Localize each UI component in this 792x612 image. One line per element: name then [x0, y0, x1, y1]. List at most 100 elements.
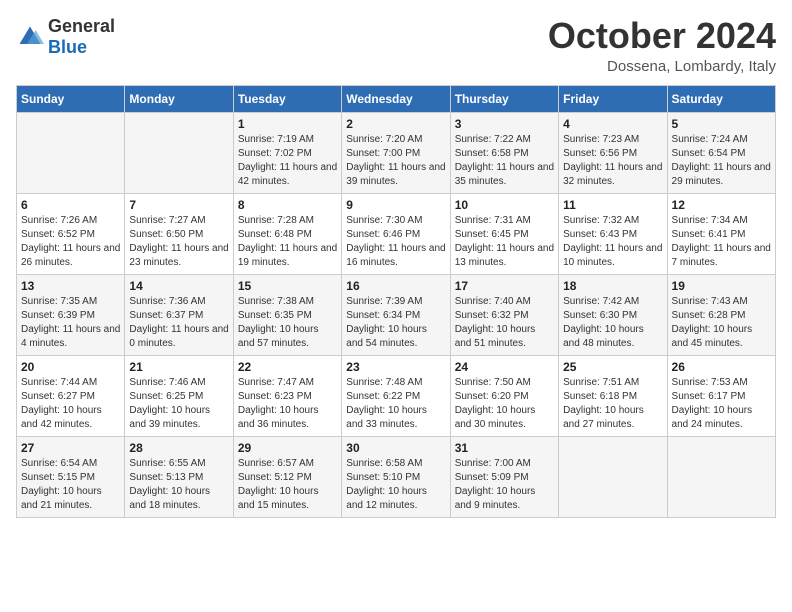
calendar-cell: 28 Sunrise: 6:55 AMSunset: 5:13 PMDayligh… — [125, 436, 233, 517]
day-number: 6 — [21, 198, 120, 212]
calendar-cell: 6 Sunrise: 7:26 AMSunset: 6:52 PMDaylight… — [17, 193, 125, 274]
calendar-cell: 1Sunrise: 7:19 AMSunset: 7:02 PMDaylight… — [233, 112, 341, 193]
day-number: 17 — [455, 279, 554, 293]
day-info: Sunrise: 6:55 AMSunset: 5:13 PMDaylight:… — [129, 457, 228, 513]
day-number: 13 — [21, 279, 120, 293]
day-info: Sunrise: 7:48 AMSunset: 6:22 PMDaylight:… — [346, 376, 445, 432]
week-row-4: 20Sunrise: 7:44 AMSunset: 6:27 PMDayligh… — [17, 355, 776, 436]
day-info: Sunrise: 7:24 AMSunset: 6:54 PMDaylight:… — [672, 133, 771, 189]
week-row-5: 27 Sunrise: 6:54 AMSunset: 5:15 PMDayligh… — [17, 436, 776, 517]
day-number: 5 — [672, 117, 771, 131]
calendar-cell: 15 Sunrise: 7:38 AMSunset: 6:35 PMDayligh… — [233, 274, 341, 355]
calendar-cell: 9 Sunrise: 7:30 AMSunset: 6:46 PMDaylight… — [342, 193, 450, 274]
calendar-cell — [125, 112, 233, 193]
week-row-3: 13Sunrise: 7:35 AMSunset: 6:39 PMDayligh… — [17, 274, 776, 355]
day-info: Sunrise: 7:43 AMSunset: 6:28 PMDaylight:… — [672, 295, 771, 351]
calendar-cell — [17, 112, 125, 193]
calendar-cell: 31 Sunrise: 7:00 AMSunset: 5:09 PMDayligh… — [450, 436, 558, 517]
day-number: 31 — [455, 441, 554, 455]
day-info: Sunrise: 7:46 AMSunset: 6:25 PMDaylight:… — [129, 376, 228, 432]
day-info: Sunrise: 7:42 AMSunset: 6:30 PMDaylight:… — [563, 295, 662, 351]
day-number: 22 — [238, 360, 337, 374]
calendar-cell: 20Sunrise: 7:44 AMSunset: 6:27 PMDayligh… — [17, 355, 125, 436]
day-info: Sunrise: 7:23 AMSunset: 6:56 PMDaylight:… — [563, 133, 662, 189]
day-number: 30 — [346, 441, 445, 455]
day-number: 19 — [672, 279, 771, 293]
day-number: 20 — [21, 360, 120, 374]
day-header-monday: Monday — [125, 85, 233, 112]
day-number: 9 — [346, 198, 445, 212]
day-number: 12 — [672, 198, 771, 212]
day-number: 26 — [672, 360, 771, 374]
day-info: Sunrise: 7:40 AMSunset: 6:32 PMDaylight:… — [455, 295, 554, 351]
calendar-cell: 30 Sunrise: 6:58 AMSunset: 5:10 PMDayligh… — [342, 436, 450, 517]
day-number: 14 — [129, 279, 228, 293]
calendar-cell: 27 Sunrise: 6:54 AMSunset: 5:15 PMDayligh… — [17, 436, 125, 517]
day-info: Sunrise: 7:51 AMSunset: 6:18 PMDaylight:… — [563, 376, 662, 432]
day-number: 27 — [21, 441, 120, 455]
day-number: 7 — [129, 198, 228, 212]
day-number: 3 — [455, 117, 554, 131]
calendar-cell: 16Sunrise: 7:39 AMSunset: 6:34 PMDayligh… — [342, 274, 450, 355]
calendar-cell: 14 Sunrise: 7:36 AMSunset: 6:37 PMDayligh… — [125, 274, 233, 355]
day-number: 1 — [238, 117, 337, 131]
day-info: Sunrise: 7:22 AMSunset: 6:58 PMDaylight:… — [455, 133, 554, 189]
calendar-cell: 3 Sunrise: 7:22 AMSunset: 6:58 PMDaylight… — [450, 112, 558, 193]
day-number: 23 — [346, 360, 445, 374]
day-header-wednesday: Wednesday — [342, 85, 450, 112]
day-header-saturday: Saturday — [667, 85, 775, 112]
day-info: Sunrise: 7:36 AMSunset: 6:37 PMDaylight:… — [129, 295, 228, 351]
day-info: Sunrise: 7:28 AMSunset: 6:48 PMDaylight:… — [238, 214, 337, 270]
day-info: Sunrise: 7:32 AMSunset: 6:43 PMDaylight:… — [563, 214, 662, 270]
day-info: Sunrise: 6:58 AMSunset: 5:10 PMDaylight:… — [346, 457, 445, 513]
day-info: Sunrise: 6:57 AMSunset: 5:12 PMDaylight:… — [238, 457, 337, 513]
logo-blue: Blue — [48, 37, 87, 57]
day-info: Sunrise: 7:30 AMSunset: 6:46 PMDaylight:… — [346, 214, 445, 270]
month-year: October 2024 — [548, 16, 776, 56]
day-number: 2 — [346, 117, 445, 131]
day-info: Sunrise: 7:50 AMSunset: 6:20 PMDaylight:… — [455, 376, 554, 432]
day-number: 8 — [238, 198, 337, 212]
calendar-cell: 19 Sunrise: 7:43 AMSunset: 6:28 PMDayligh… — [667, 274, 775, 355]
day-info: Sunrise: 7:00 AMSunset: 5:09 PMDaylight:… — [455, 457, 554, 513]
calendar-cell: 21 Sunrise: 7:46 AMSunset: 6:25 PMDayligh… — [125, 355, 233, 436]
day-info: Sunrise: 7:38 AMSunset: 6:35 PMDaylight:… — [238, 295, 337, 351]
week-row-1: 1Sunrise: 7:19 AMSunset: 7:02 PMDaylight… — [17, 112, 776, 193]
calendar-cell: 8 Sunrise: 7:28 AMSunset: 6:48 PMDaylight… — [233, 193, 341, 274]
day-info: Sunrise: 7:26 AMSunset: 6:52 PMDaylight:… — [21, 214, 120, 270]
calendar-cell: 4 Sunrise: 7:23 AMSunset: 6:56 PMDaylight… — [559, 112, 667, 193]
day-number: 16 — [346, 279, 445, 293]
calendar-cell: 22 Sunrise: 7:47 AMSunset: 6:23 PMDayligh… — [233, 355, 341, 436]
day-number: 24 — [455, 360, 554, 374]
day-number: 11 — [563, 198, 662, 212]
logo-general: General — [48, 16, 115, 36]
calendar-cell: 2Sunrise: 7:20 AMSunset: 7:00 PMDaylight… — [342, 112, 450, 193]
day-header-thursday: Thursday — [450, 85, 558, 112]
logo-icon — [16, 23, 44, 51]
calendar-cell: 26 Sunrise: 7:53 AMSunset: 6:17 PMDayligh… — [667, 355, 775, 436]
day-info: Sunrise: 7:53 AMSunset: 6:17 PMDaylight:… — [672, 376, 771, 432]
day-number: 25 — [563, 360, 662, 374]
title-section: October 2024 Dossena, Lombardy, Italy — [548, 16, 776, 75]
calendar-cell: 5 Sunrise: 7:24 AMSunset: 6:54 PMDaylight… — [667, 112, 775, 193]
day-number: 10 — [455, 198, 554, 212]
day-number: 18 — [563, 279, 662, 293]
day-header-friday: Friday — [559, 85, 667, 112]
day-number: 21 — [129, 360, 228, 374]
day-header-sunday: Sunday — [17, 85, 125, 112]
calendar-cell — [667, 436, 775, 517]
page-header: General Blue October 2024 Dossena, Lomba… — [16, 16, 776, 75]
calendar-cell: 24 Sunrise: 7:50 AMSunset: 6:20 PMDayligh… — [450, 355, 558, 436]
day-info: Sunrise: 6:54 AMSunset: 5:15 PMDaylight:… — [21, 457, 120, 513]
day-number: 15 — [238, 279, 337, 293]
calendar-cell: 13Sunrise: 7:35 AMSunset: 6:39 PMDayligh… — [17, 274, 125, 355]
day-info: Sunrise: 7:31 AMSunset: 6:45 PMDaylight:… — [455, 214, 554, 270]
day-number: 29 — [238, 441, 337, 455]
day-info: Sunrise: 7:27 AMSunset: 6:50 PMDaylight:… — [129, 214, 228, 270]
day-number: 4 — [563, 117, 662, 131]
day-info: Sunrise: 7:47 AMSunset: 6:23 PMDaylight:… — [238, 376, 337, 432]
calendar-cell: 17 Sunrise: 7:40 AMSunset: 6:32 PMDayligh… — [450, 274, 558, 355]
day-number: 28 — [129, 441, 228, 455]
day-info: Sunrise: 7:34 AMSunset: 6:41 PMDaylight:… — [672, 214, 771, 270]
calendar-cell: 12 Sunrise: 7:34 AMSunset: 6:41 PMDayligh… — [667, 193, 775, 274]
